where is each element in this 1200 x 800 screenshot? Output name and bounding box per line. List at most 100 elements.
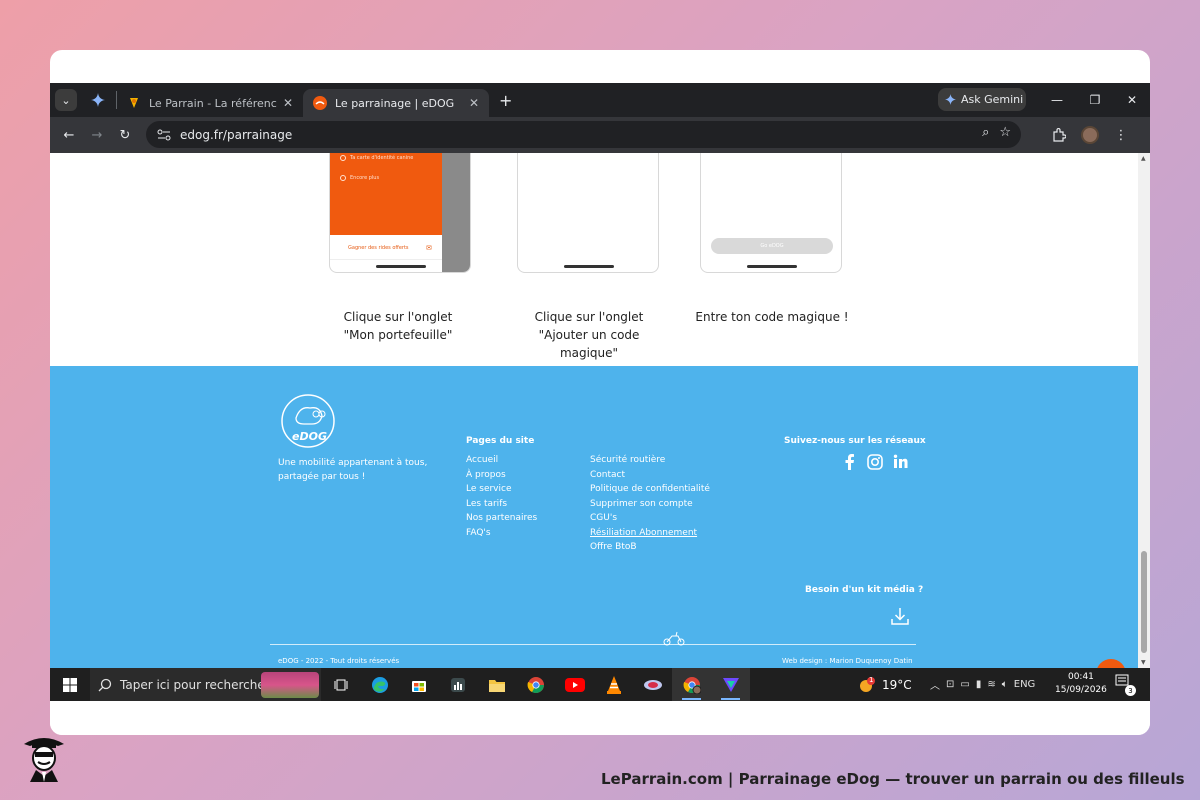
gemini-icon[interactable] — [89, 91, 107, 109]
ask-gemini-button[interactable]: Ask Gemini — [938, 88, 1026, 111]
tab-le-parrain[interactable]: Le Parrain - La référence du pa ✕ — [117, 89, 303, 117]
taskbar-clock[interactable]: 00:41 15/09/2026 — [1055, 671, 1107, 697]
back-arrow-icon[interactable]: ← — [55, 121, 83, 149]
footer-link-a-propos[interactable]: À propos — [466, 468, 537, 483]
chrome-icon[interactable] — [516, 668, 555, 701]
battery-icon[interactable]: ▮ — [976, 679, 982, 690]
reload-icon[interactable]: ↻ — [111, 121, 139, 149]
footer-link-confidentialite[interactable]: Politique de confidentialité — [590, 482, 710, 497]
scroll-up-arrow-icon[interactable]: ▲ — [1141, 155, 1146, 162]
go-edog-button: Go eDOG — [711, 238, 833, 254]
close-tab-icon[interactable]: ✕ — [283, 96, 293, 110]
footer-link-cgu[interactable]: CGU's — [590, 511, 710, 526]
notification-count-badge: 3 — [1125, 685, 1136, 696]
footer-link-securite[interactable]: Sécurité routière — [590, 453, 710, 468]
more-menu-icon[interactable]: ⋮ — [1107, 121, 1135, 149]
stock-app-icon[interactable] — [438, 668, 477, 701]
notification-center-button[interactable]: 3 — [1115, 674, 1137, 696]
wifi-icon[interactable]: ≋ — [987, 679, 995, 690]
display-icon[interactable]: ▭ — [960, 679, 969, 690]
language-indicator[interactable]: ENG — [1014, 679, 1036, 690]
copyright-text: eDOG - 2022 - Tout droits réservés — [278, 657, 400, 665]
proton-vpn-icon[interactable] — [711, 668, 750, 701]
footer-link-offre-btob[interactable]: Offre BtoB — [590, 540, 710, 555]
le-parrain-favicon-icon — [127, 96, 141, 110]
footer-link-partenaires[interactable]: Nos partenaires — [466, 511, 537, 526]
chevron-up-icon[interactable]: ︿ — [930, 677, 940, 692]
chrome-profile-icon[interactable] — [672, 668, 711, 701]
step1-caption: Clique sur l'onglet "Mon portefeuille" — [343, 310, 453, 342]
system-tray: ︿ ⊡ ▭ ▮ ≋ 🔈︎ ENG — [930, 668, 1035, 701]
footer-link-resiliation[interactable]: Résiliation Abonnement — [590, 526, 710, 541]
edog-favicon-icon — [313, 96, 327, 110]
forward-arrow-icon[interactable]: → — [83, 121, 111, 149]
linkedin-icon[interactable] — [893, 454, 908, 469]
facebook-icon[interactable] — [843, 454, 857, 470]
search-icon — [98, 678, 112, 691]
tab-search-button[interactable]: ⌄ — [55, 89, 77, 111]
search-highlight-image[interactable] — [261, 672, 319, 698]
speaker-icon[interactable]: 🔈︎ — [1002, 679, 1008, 690]
edog-logo[interactable]: eDOG — [278, 394, 338, 448]
tab-title: Le Parrain - La référence du pa — [149, 96, 277, 110]
wallet-menu-panel — [330, 153, 442, 235]
vlc-icon[interactable] — [594, 668, 633, 701]
youtube-icon[interactable] — [555, 668, 594, 701]
meet-now-icon[interactable]: ⊡ — [946, 679, 954, 690]
scrollbar-thumb[interactable] — [1141, 551, 1147, 653]
windows-start-button[interactable] — [50, 668, 90, 701]
file-explorer-icon[interactable] — [477, 668, 516, 701]
windows-logo-icon — [63, 677, 77, 692]
close-tab-icon[interactable]: ✕ — [469, 96, 479, 110]
close-window-button[interactable]: ✕ — [1114, 83, 1150, 117]
home-indicator — [376, 265, 426, 268]
site-info-icon[interactable] — [154, 125, 174, 145]
edge-browser-icon[interactable] — [360, 668, 399, 701]
app-icon[interactable] — [633, 668, 672, 701]
zoom-icon[interactable]: ⌕ — [982, 125, 989, 140]
address-bar[interactable]: edog.fr/parrainage ⌕ ☆ — [146, 121, 1021, 148]
scroll-down-arrow-icon[interactable]: ▼ — [1141, 659, 1146, 666]
restore-window-button[interactable]: ❐ — [1077, 83, 1113, 117]
bookmark-star-icon[interactable]: ☆ — [999, 125, 1011, 140]
instagram-icon[interactable] — [867, 454, 883, 470]
footer-link-faq[interactable]: FAQ's — [466, 526, 537, 541]
site-footer: eDOG Une mobilité appartenant à tous, pa… — [50, 366, 1138, 668]
footer-link-accueil[interactable]: Accueil — [466, 453, 537, 468]
footer-tagline: Une mobilité appartenant à tous, partagé… — [278, 458, 428, 482]
tab-edog-parrainage[interactable]: Le parrainage | eDOG ✕ — [303, 89, 489, 117]
page-scrollbar[interactable]: ▲ ▼ — [1138, 153, 1150, 668]
menu-row: Ta carte d'identité canine — [340, 155, 413, 161]
download-icon[interactable] — [890, 606, 910, 626]
design-credit: Web design : Marion Duquenoy Datin — [782, 657, 913, 665]
screenshot-card: ⌄ Le Parrain - La référence du pa ✕ Le p… — [50, 50, 1150, 735]
footer-link-tarifs[interactable]: Les tarifs — [466, 497, 537, 512]
weather-widget[interactable]: 1 19°C — [858, 668, 912, 701]
step1-phone-mockup: Ta carte d'identité canine Encore plus G… — [329, 153, 471, 273]
step3-caption: Entre ton code magique ! — [695, 310, 849, 324]
web-page: Ta carte d'identité canine Encore plus G… — [50, 153, 1138, 668]
media-kit-title: Besoin d'un kit média ? — [805, 585, 924, 595]
url-text[interactable]: edog.fr/parrainage — [180, 128, 292, 142]
footer-link-contact[interactable]: Contact — [590, 468, 710, 483]
new-tab-button[interactable]: + — [499, 91, 512, 110]
minimize-window-button[interactable]: — — [1039, 83, 1075, 117]
footer-links-col2: Sécurité routière Contact Politique de c… — [590, 453, 710, 555]
profile-avatar[interactable] — [1081, 126, 1099, 144]
home-indicator — [564, 265, 614, 268]
pages-title: Pages du site — [466, 436, 535, 446]
home-indicator — [747, 265, 797, 268]
taskbar-search-box[interactable]: Taper ici pour rechercher — [90, 668, 321, 701]
footer-link-supprimer-compte[interactable]: Supprimer son compte — [590, 497, 710, 512]
menu-row: Encore plus — [340, 175, 379, 181]
microsoft-store-icon[interactable] — [399, 668, 438, 701]
weather-sun-icon: 1 — [858, 676, 876, 694]
footer-link-service[interactable]: Le service — [466, 482, 537, 497]
clock-date: 15/09/2026 — [1055, 685, 1107, 695]
divider — [330, 259, 442, 260]
browser-toolbar: ← → ↻ edog.fr/parrainage ⌕ ☆ ⋮ — [50, 117, 1150, 153]
svg-text:eDOG: eDOG — [292, 430, 327, 443]
extensions-puzzle-icon[interactable] — [1045, 121, 1073, 149]
task-view-icon[interactable] — [321, 668, 360, 701]
step2-caption: Clique sur l'onglet "Ajouter un code mag… — [534, 310, 644, 360]
